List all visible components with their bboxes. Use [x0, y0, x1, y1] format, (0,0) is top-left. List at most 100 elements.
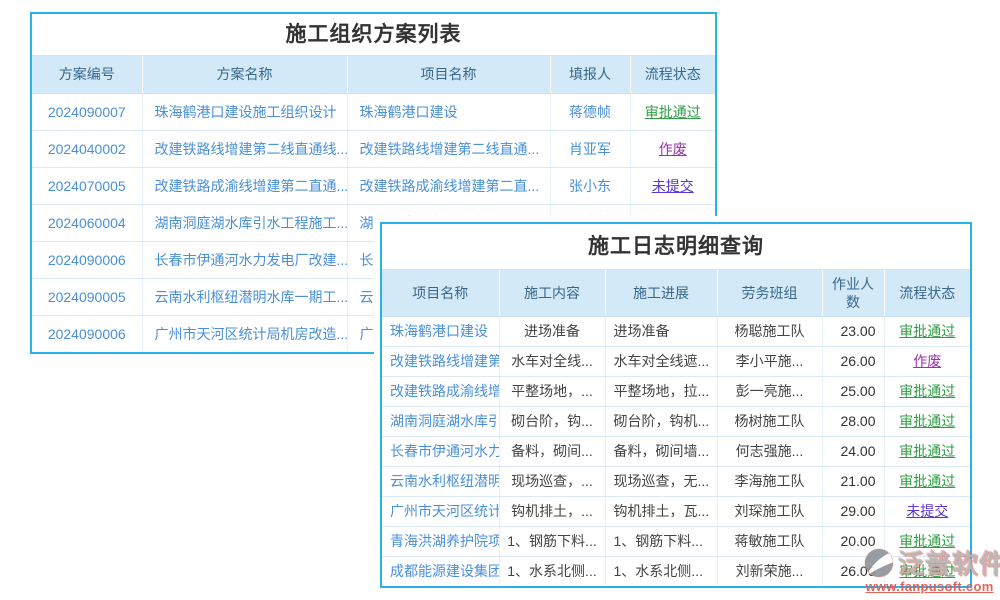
status-cell[interactable]: 审批通过	[884, 436, 970, 466]
column-header-status: 流程状态	[884, 270, 970, 316]
labor-team-cell: 刘新荣施...	[717, 556, 822, 586]
plan-name-cell[interactable]: 改建铁路线增建第二线直通线...	[142, 130, 347, 167]
work-progress-cell: 1、钢筋下料...	[605, 526, 717, 556]
status-cell[interactable]: 审批通过	[884, 556, 970, 586]
project-name-cell[interactable]: 改建铁路成渝线增	[382, 376, 499, 406]
work-progress-cell: 1、水系北侧...	[605, 556, 717, 586]
status-cell[interactable]: 审批通过	[630, 93, 715, 130]
plan-name-cell[interactable]: 湖南洞庭湖水库引水工程施工...	[142, 204, 347, 241]
work-content-cell: 1、钢筋下料...	[499, 526, 605, 556]
plan-id-cell[interactable]: 2024090007	[32, 93, 142, 130]
header-row: 方案编号方案名称项目名称填报人流程状态	[32, 56, 715, 93]
column-header-work-content: 施工内容	[499, 270, 605, 316]
plan-name-cell[interactable]: 珠海鹤港口建设施工组织设计	[142, 93, 347, 130]
project-name-cell[interactable]: 湖南洞庭湖水库引	[382, 406, 499, 436]
work-progress-cell: 钩机排土，瓦...	[605, 496, 717, 526]
plan-name-cell[interactable]: 广州市天河区统计局机房改造...	[142, 315, 347, 352]
worker-count-cell: 21.00	[822, 466, 884, 496]
status-cell[interactable]: 审批通过	[884, 316, 970, 346]
header-row: 项目名称施工内容施工进展劳务班组作业人数流程状态	[382, 270, 970, 316]
work-content-cell: 砌台阶，钩...	[499, 406, 605, 436]
column-header-plan-id: 方案编号	[32, 56, 142, 93]
work-progress-cell: 进场准备	[605, 316, 717, 346]
project-name-cell[interactable]: 改建铁路线增建第二线直通...	[347, 130, 550, 167]
status-cell[interactable]: 审批通过	[884, 406, 970, 436]
worker-count-cell: 20.00	[822, 526, 884, 556]
worker-count-cell: 29.00	[822, 496, 884, 526]
status-cell[interactable]: 作废	[884, 346, 970, 376]
plan-name-cell[interactable]: 云南水利枢纽潜明水库一期工...	[142, 278, 347, 315]
plan-name-cell[interactable]: 长春市伊通河水力发电厂改建...	[142, 241, 347, 278]
labor-team-cell: 杨树施工队	[717, 406, 822, 436]
plan-id-cell[interactable]: 2024090005	[32, 278, 142, 315]
table-row: 湖南洞庭湖水库引砌台阶，钩...砌台阶，钩机...杨树施工队28.00审批通过	[382, 406, 970, 436]
page: 施工组织方案列表 方案编号方案名称项目名称填报人流程状态 2024090007珠…	[0, 0, 1000, 600]
work-progress-cell: 水车对全线遮...	[605, 346, 717, 376]
table-row: 改建铁路线增建第水车对全线...水车对全线遮...李小平施...26.00作废	[382, 346, 970, 376]
table-row: 成都能源建设集团1、水系北侧...1、水系北侧...刘新荣施...26.00审批…	[382, 556, 970, 586]
labor-team-cell: 李小平施...	[717, 346, 822, 376]
status-cell[interactable]: 审批通过	[884, 466, 970, 496]
table-row: 青海洪湖养护院项1、钢筋下料...1、钢筋下料...蒋敏施工队20.00审批通过	[382, 526, 970, 556]
plan-id-cell[interactable]: 2024090006	[32, 241, 142, 278]
column-header-status: 流程状态	[630, 56, 715, 93]
work-progress-cell: 现场巡查，无...	[605, 466, 717, 496]
plan-name-cell[interactable]: 改建铁路成渝线增建第二直通...	[142, 167, 347, 204]
table-row: 长春市伊通河水力备料，砌间...备料，砌间墙...何志强施...24.00审批通…	[382, 436, 970, 466]
labor-team-cell: 刘琛施工队	[717, 496, 822, 526]
status-cell[interactable]: 审批通过	[884, 376, 970, 406]
table-row: 改建铁路成渝线增平整场地，...平整场地，拉...彭一亮施...25.00审批通…	[382, 376, 970, 406]
plan-list-header: 方案编号方案名称项目名称填报人流程状态	[32, 56, 715, 93]
column-header-plan-name: 方案名称	[142, 56, 347, 93]
project-name-cell[interactable]: 广州市天河区统计	[382, 496, 499, 526]
column-header-work-progress: 施工进展	[605, 270, 717, 316]
table-row: 广州市天河区统计钩机排土，...钩机排土，瓦...刘琛施工队29.00未提交	[382, 496, 970, 526]
log-detail-window: 施工日志明细查询 项目名称施工内容施工进展劳务班组作业人数流程状态 珠海鹤港口建…	[380, 222, 972, 588]
project-name-cell[interactable]: 改建铁路成渝线增建第二直...	[347, 167, 550, 204]
log-detail-header: 项目名称施工内容施工进展劳务班组作业人数流程状态	[382, 270, 970, 316]
work-content-cell: 进场准备	[499, 316, 605, 346]
work-content-cell: 平整场地，...	[499, 376, 605, 406]
labor-team-cell: 彭一亮施...	[717, 376, 822, 406]
work-content-cell: 1、水系北侧...	[499, 556, 605, 586]
table-row: 2024070005改建铁路成渝线增建第二直通...改建铁路成渝线增建第二直..…	[32, 167, 715, 204]
project-name-cell[interactable]: 青海洪湖养护院项	[382, 526, 499, 556]
column-header-worker-count: 作业人数	[822, 270, 884, 316]
plan-id-cell[interactable]: 2024070005	[32, 167, 142, 204]
table-row: 2024090007珠海鹤港口建设施工组织设计珠海鹤港口建设蒋德帧审批通过	[32, 93, 715, 130]
labor-team-cell: 蒋敏施工队	[717, 526, 822, 556]
status-cell[interactable]: 作废	[630, 130, 715, 167]
status-cell[interactable]: 审批通过	[884, 526, 970, 556]
worker-count-cell: 25.00	[822, 376, 884, 406]
status-cell[interactable]: 未提交	[884, 496, 970, 526]
project-name-cell[interactable]: 改建铁路线增建第	[382, 346, 499, 376]
log-detail-title: 施工日志明细查询	[382, 224, 970, 270]
work-content-cell: 水车对全线...	[499, 346, 605, 376]
project-name-cell[interactable]: 成都能源建设集团	[382, 556, 499, 586]
worker-count-cell: 26.00	[822, 346, 884, 376]
project-name-cell[interactable]: 云南水利枢纽潜明	[382, 466, 499, 496]
work-progress-cell: 平整场地，拉...	[605, 376, 717, 406]
reporter-cell: 张小东	[550, 167, 630, 204]
reporter-cell: 蒋德帧	[550, 93, 630, 130]
work-progress-cell: 砌台阶，钩机...	[605, 406, 717, 436]
project-name-cell[interactable]: 长春市伊通河水力	[382, 436, 499, 466]
plan-id-cell[interactable]: 2024060004	[32, 204, 142, 241]
project-name-cell[interactable]: 珠海鹤港口建设	[382, 316, 499, 346]
work-content-cell: 钩机排土，...	[499, 496, 605, 526]
worker-count-cell: 26.00	[822, 556, 884, 586]
table-row: 2024040002改建铁路线增建第二线直通线...改建铁路线增建第二线直通..…	[32, 130, 715, 167]
log-detail-table: 项目名称施工内容施工进展劳务班组作业人数流程状态 珠海鹤港口建设进场准备进场准备…	[382, 270, 970, 586]
status-cell[interactable]: 未提交	[630, 167, 715, 204]
labor-team-cell: 李海施工队	[717, 466, 822, 496]
plan-id-cell[interactable]: 2024090006	[32, 315, 142, 352]
plan-list-title: 施工组织方案列表	[32, 14, 715, 56]
worker-count-cell: 23.00	[822, 316, 884, 346]
plan-id-cell[interactable]: 2024040002	[32, 130, 142, 167]
work-progress-cell: 备料，砌间墙...	[605, 436, 717, 466]
table-row: 云南水利枢纽潜明现场巡查，...现场巡查，无...李海施工队21.00审批通过	[382, 466, 970, 496]
labor-team-cell: 何志强施...	[717, 436, 822, 466]
project-name-cell[interactable]: 珠海鹤港口建设	[347, 93, 550, 130]
reporter-cell: 肖亚军	[550, 130, 630, 167]
work-content-cell: 备料，砌间...	[499, 436, 605, 466]
